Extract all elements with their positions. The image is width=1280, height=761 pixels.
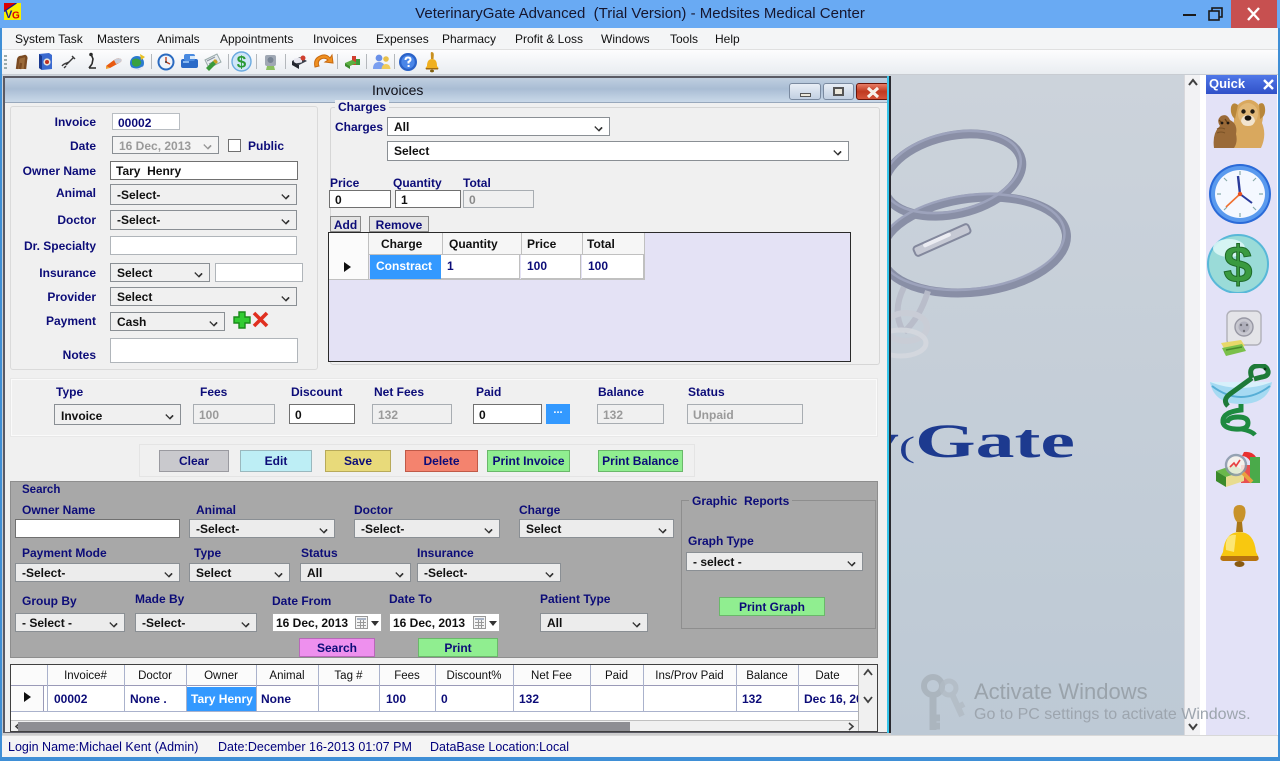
svg-text:$: $: [1224, 236, 1253, 293]
svg-text:$: $: [237, 53, 247, 72]
